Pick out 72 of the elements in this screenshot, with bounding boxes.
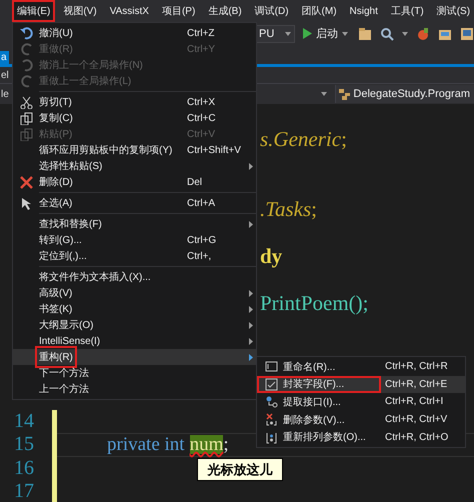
menu-item[interactable]: 删除(D) Del <box>13 174 256 190</box>
pointer-icon <box>20 196 32 210</box>
menu-item[interactable]: 剪切(T) Ctrl+X <box>13 94 256 110</box>
code-text: .Tasks; <box>260 197 318 222</box>
menu-item[interactable]: 书签(K) <box>13 301 256 317</box>
checkbox-icon <box>264 378 278 391</box>
parameter-reorder-icon <box>264 430 278 444</box>
copy-icon <box>20 112 32 124</box>
scissors-icon <box>20 96 32 108</box>
menu-item[interactable]: 将文件作为文本插入(X)... <box>13 269 256 285</box>
code-text: s.Generic; <box>260 126 347 152</box>
menu-bar-item[interactable]: Nsight <box>344 2 383 20</box>
callout-label: 光标放这儿 <box>197 458 283 481</box>
project-dropdown[interactable]: le <box>0 88 9 100</box>
menu-item[interactable]: 查找和替换(F) <box>13 216 256 232</box>
menu-item[interactable]: 撤消(U) Ctrl+Z <box>13 25 256 41</box>
menu-item[interactable]: IntelliSense(I) <box>13 333 256 349</box>
caret-icon <box>342 32 348 36</box>
menu-bar-item[interactable]: 测试(S) <box>432 0 474 22</box>
redo-icon <box>20 42 32 56</box>
start-button[interactable]: 启动 <box>301 26 350 41</box>
menu-item[interactable]: 选择性粘贴(S) <box>13 158 256 174</box>
menu-item[interactable]: 删除参数(V)... Ctrl+R, Ctrl+V <box>257 410 465 428</box>
caret-icon <box>285 32 291 36</box>
menu-item[interactable]: 上一个方法 <box>13 381 256 397</box>
menu-item[interactable]: 定位到(,)... Ctrl+, <box>13 248 256 264</box>
interface-icon <box>264 395 278 408</box>
code-text: dy <box>260 244 282 270</box>
menu-item[interactable]: 重新排列参数(O)... Ctrl+R, Ctrl+O <box>257 428 465 446</box>
magnifier-icon <box>380 26 394 40</box>
redo-icon <box>20 74 32 88</box>
menu-bar-item[interactable]: 工具(T) <box>386 0 429 22</box>
document-tab[interactable]: a <box>0 51 9 64</box>
line-number: 15 <box>14 433 34 456</box>
menu-bar-item[interactable]: VAssistX <box>104 2 154 20</box>
menu-item[interactable]: 封装字段(F)... Ctrl+R, Ctrl+E <box>257 376 465 394</box>
play-icon <box>303 28 312 39</box>
class-icon <box>339 88 352 100</box>
menu-bar-item[interactable]: 调试(D) <box>250 0 294 22</box>
caret-icon <box>402 32 408 36</box>
caret-icon <box>321 92 328 96</box>
menu-item[interactable]: 高级(V) <box>13 285 256 301</box>
rename-icon <box>264 360 278 374</box>
menu-item[interactable]: 提取接口(I)... Ctrl+R, Ctrl+I <box>257 393 465 411</box>
menu-item[interactable]: 重命名(R)... Ctrl+R, Ctrl+R <box>257 358 465 376</box>
tools-icon <box>416 26 430 40</box>
parameter-delete-icon <box>264 413 278 426</box>
line-number: 14 <box>14 410 34 433</box>
undo-icon <box>20 58 32 72</box>
folder-icon <box>358 26 372 40</box>
delete-icon <box>20 176 32 188</box>
class-dropdown[interactable]: DelegateStudy.Program <box>335 85 474 103</box>
paste-icon <box>20 128 32 140</box>
menu-bar-item[interactable]: 视图(V) <box>58 0 102 22</box>
undo-icon <box>20 26 32 40</box>
platform-dropdown[interactable]: PU <box>255 24 295 42</box>
window-icon <box>460 26 474 40</box>
menu-bar-item[interactable]: 编辑(E) <box>12 0 56 22</box>
menu-item[interactable]: 下一个方法 <box>13 365 256 381</box>
line-number: 17 <box>14 480 34 502</box>
menu-item[interactable]: 转到(G)... Ctrl+G <box>13 232 256 248</box>
menu-item[interactable]: 循环应用剪贴板中的复制项(Y) Ctrl+Shift+V <box>13 142 256 158</box>
menu-item[interactable]: 重构(R) <box>13 349 256 365</box>
menu-bar-item[interactable]: 团队(M) <box>296 0 342 22</box>
code-text: PrintPoem(); <box>260 291 368 316</box>
menu-item[interactable]: 复制(C) Ctrl+C <box>13 110 256 126</box>
line-number: 16 <box>14 456 34 480</box>
menu-bar-item[interactable]: 生成(B) <box>203 0 247 22</box>
file-name: el <box>0 70 9 80</box>
menu-item[interactable]: 全选(A) Ctrl+A <box>13 195 256 211</box>
menu-item[interactable]: 大纲显示(O) <box>13 317 256 333</box>
menu-bar-item[interactable]: 项目(P) <box>156 0 200 22</box>
